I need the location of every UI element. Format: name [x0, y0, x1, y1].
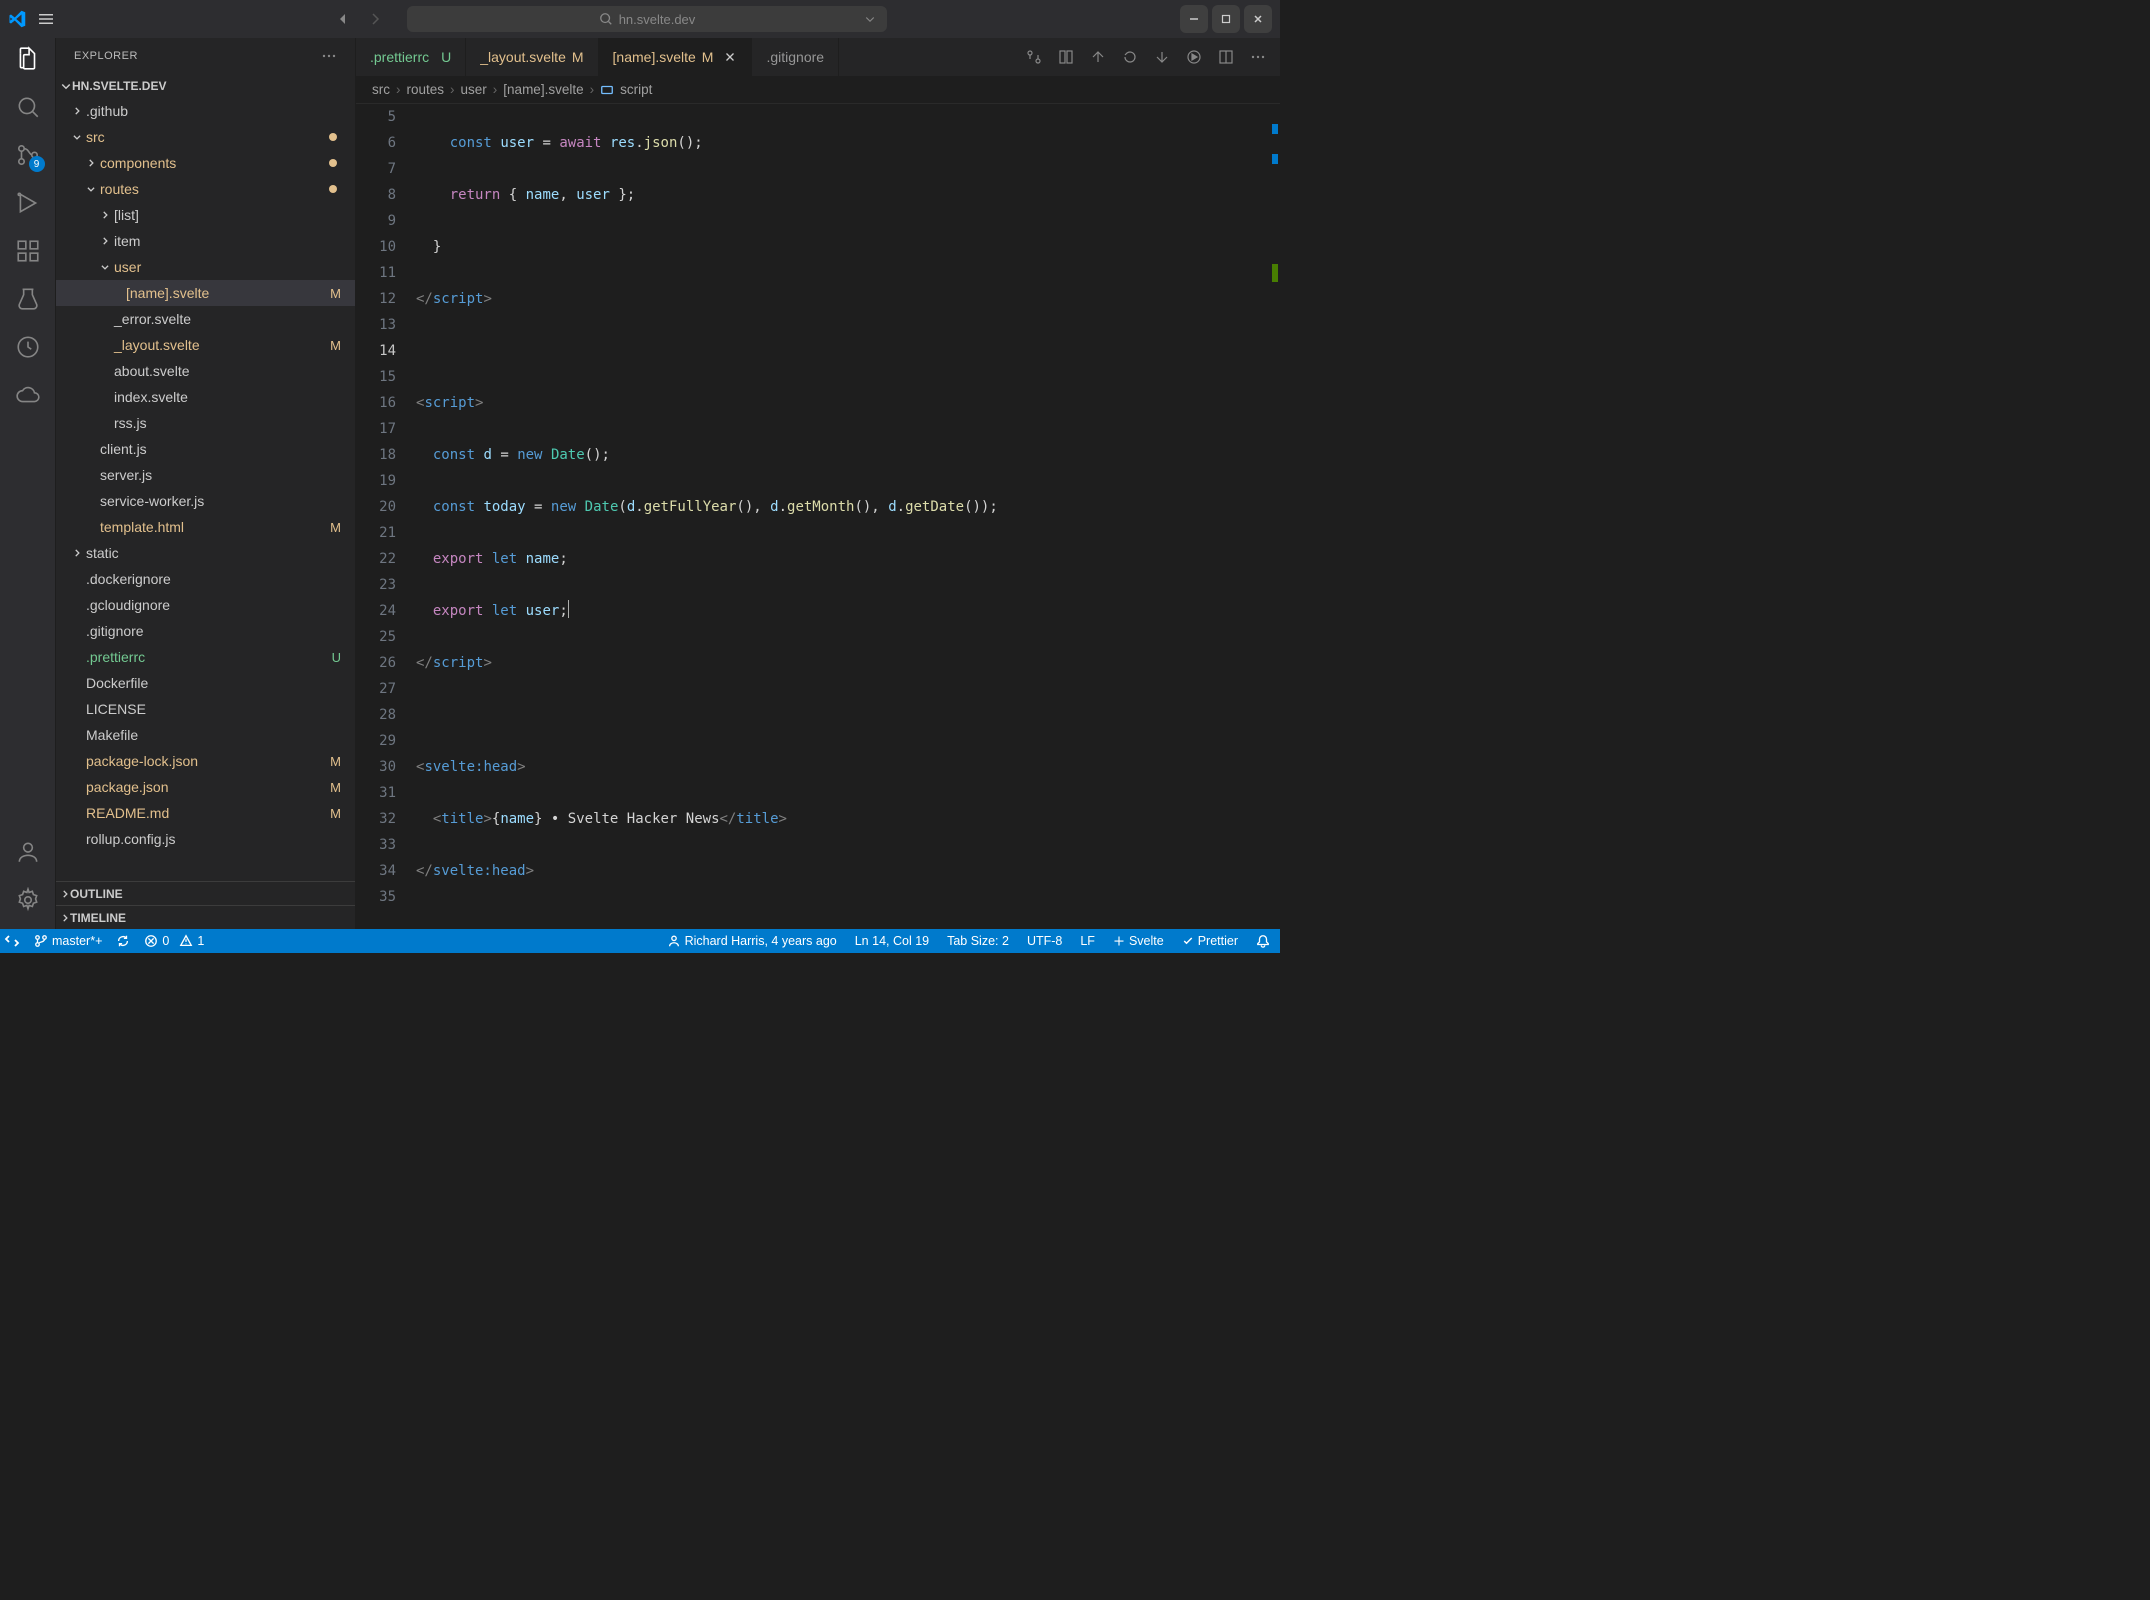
account-icon[interactable] [15, 839, 41, 865]
close-tab-icon[interactable] [723, 50, 737, 64]
tab-gitignore[interactable]: .gitignore [752, 38, 839, 76]
search-text: hn.svelte.dev [619, 12, 696, 27]
tree-file-active[interactable]: [name].svelteM [56, 280, 355, 306]
sync-icon[interactable] [116, 934, 130, 948]
encoding[interactable]: UTF-8 [1027, 934, 1062, 948]
tree-file[interactable]: README.mdM [56, 800, 355, 826]
prettier-status[interactable]: Prettier [1182, 934, 1238, 948]
folder-header[interactable]: HN.SVELTE.DEV [56, 74, 355, 98]
nav-back-icon[interactable] [335, 11, 351, 27]
menu-icon[interactable] [38, 11, 54, 27]
branch-indicator[interactable]: master*+ [34, 934, 102, 948]
maximize-button[interactable] [1212, 5, 1240, 33]
line-gutter: 56789 1011121314 1516171819 2021222324 2… [356, 104, 416, 929]
tree-file[interactable]: .gitignore [56, 618, 355, 644]
breadcrumb[interactable]: src› routes› user› [name].svelte› script [356, 76, 1280, 104]
search-icon[interactable] [15, 94, 41, 120]
split-icon[interactable] [1218, 49, 1234, 65]
run-debug-icon[interactable] [15, 190, 41, 216]
history-icon[interactable] [15, 334, 41, 360]
chevron-down-icon[interactable] [864, 13, 876, 25]
tree-file[interactable]: rollup.config.js [56, 826, 355, 852]
sidebar-title: EXPLORER [74, 50, 138, 62]
cloud-icon[interactable] [15, 382, 41, 408]
eol[interactable]: LF [1080, 934, 1095, 948]
tree-file[interactable]: LICENSE [56, 696, 355, 722]
source-control-icon[interactable]: 9 [15, 142, 41, 168]
editor-tabs: .prettierrc U _layout.svelte M [name].sv… [356, 38, 1280, 76]
file-tree: .github src components routes [list] ite… [56, 98, 355, 881]
close-button[interactable] [1244, 5, 1272, 33]
tab-prettierrc[interactable]: .prettierrc U [356, 38, 466, 76]
titlebar: hn.svelte.dev [0, 0, 1280, 38]
tree-file[interactable]: package.jsonM [56, 774, 355, 800]
code-editor[interactable]: 56789 1011121314 1516171819 2021222324 2… [356, 104, 1280, 929]
tree-folder[interactable]: [list] [56, 202, 355, 228]
editor-actions [1012, 38, 1280, 76]
tree-file[interactable]: _layout.svelteM [56, 332, 355, 358]
tree-folder[interactable]: user [56, 254, 355, 280]
tree-file[interactable]: Makefile [56, 722, 355, 748]
tree-file[interactable]: client.js [56, 436, 355, 462]
tree-file[interactable]: service-worker.js [56, 488, 355, 514]
settings-gear-icon[interactable] [15, 887, 41, 913]
tree-file[interactable]: about.svelte [56, 358, 355, 384]
language-mode[interactable]: Svelte [1113, 934, 1164, 948]
prev-change-icon[interactable] [1090, 49, 1106, 65]
more-icon[interactable] [1250, 49, 1266, 65]
nav-forward-icon[interactable] [367, 11, 383, 27]
run-icon[interactable] [1186, 49, 1202, 65]
tree-file[interactable]: _error.svelte [56, 306, 355, 332]
open-changes-icon[interactable] [1058, 49, 1074, 65]
tree-file[interactable]: .prettierrcU [56, 644, 355, 670]
minimize-button[interactable] [1180, 5, 1208, 33]
problems-indicator[interactable]: 0 1 [144, 934, 204, 948]
tree-file[interactable]: package-lock.jsonM [56, 748, 355, 774]
cursor-position[interactable]: Ln 14, Col 19 [855, 934, 929, 948]
outline-section[interactable]: OUTLINE [56, 881, 355, 905]
testing-icon[interactable] [15, 286, 41, 312]
code-content[interactable]: const user = await res.json(); return { … [416, 104, 1280, 929]
revert-icon[interactable] [1122, 49, 1138, 65]
tree-folder[interactable]: routes [56, 176, 355, 202]
extensions-icon[interactable] [15, 238, 41, 264]
tree-folder[interactable]: components [56, 150, 355, 176]
command-center[interactable]: hn.svelte.dev [407, 6, 887, 32]
vscode-logo-icon [8, 10, 26, 28]
tree-folder[interactable]: static [56, 540, 355, 566]
tree-file[interactable]: template.htmlM [56, 514, 355, 540]
activity-bar: 9 [0, 38, 56, 929]
tree-file[interactable]: Dockerfile [56, 670, 355, 696]
tab-layout[interactable]: _layout.svelte M [466, 38, 598, 76]
scm-badge: 9 [29, 156, 45, 172]
status-bar: master*+ 0 1 Richard Harris, 4 years ago… [0, 929, 1280, 953]
tree-file[interactable]: rss.js [56, 410, 355, 436]
more-icon[interactable] [321, 48, 337, 64]
next-change-icon[interactable] [1154, 49, 1170, 65]
tree-file[interactable]: .gcloudignore [56, 592, 355, 618]
tree-file[interactable]: server.js [56, 462, 355, 488]
compare-icon[interactable] [1026, 49, 1042, 65]
explorer-icon[interactable] [15, 46, 41, 72]
tree-folder[interactable]: src [56, 124, 355, 150]
tree-folder[interactable]: .github [56, 98, 355, 124]
minimap[interactable] [1266, 104, 1280, 929]
tree-folder[interactable]: item [56, 228, 355, 254]
tab-size[interactable]: Tab Size: 2 [947, 934, 1009, 948]
remote-indicator[interactable] [4, 933, 20, 949]
tree-file[interactable]: index.svelte [56, 384, 355, 410]
symbol-icon [600, 83, 614, 97]
tree-file[interactable]: .dockerignore [56, 566, 355, 592]
explorer-sidebar: EXPLORER HN.SVELTE.DEV .github src compo… [56, 38, 356, 929]
notifications-icon[interactable] [1256, 934, 1270, 948]
git-blame[interactable]: Richard Harris, 4 years ago [667, 934, 837, 948]
timeline-section[interactable]: TIMELINE [56, 905, 355, 929]
tab-name-svelte[interactable]: [name].svelte M [599, 38, 753, 76]
